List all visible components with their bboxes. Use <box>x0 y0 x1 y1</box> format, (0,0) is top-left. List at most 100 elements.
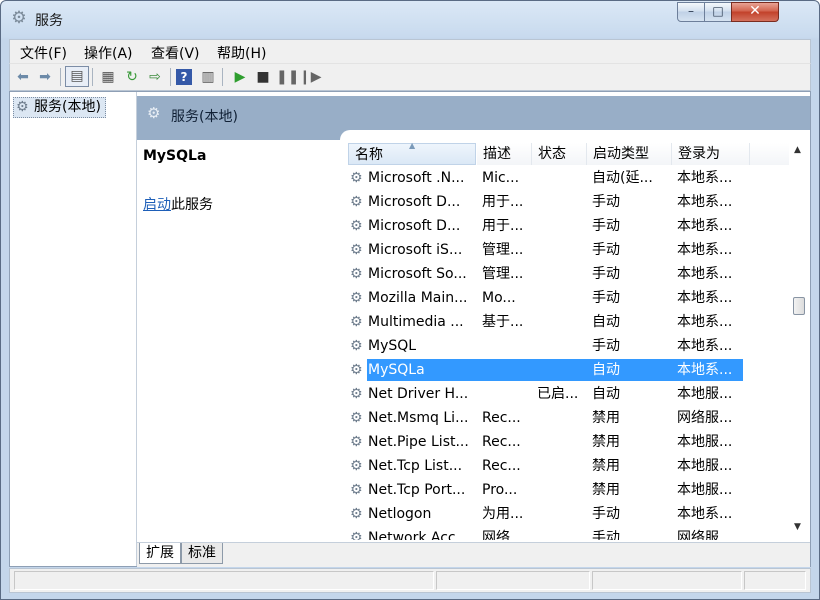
service-description: Mo... <box>482 290 516 306</box>
gear-icon: ⚙ <box>350 506 363 522</box>
services-window: ⚙ 服务 – □ ✕ 文件(F) 操作(A) 查看(V) 帮助(H) ⬅ ➡ ▤… <box>0 0 820 600</box>
service-name: Microsoft .N... <box>368 170 465 186</box>
table-row[interactable]: ⚙ Multimedia ... 基于... 自动 本地系... <box>348 310 750 334</box>
selected-service-name: MySQLa <box>143 148 207 164</box>
service-name: MySQLa <box>368 362 425 378</box>
service-name: Net.Tcp Port... <box>368 482 466 498</box>
table-row[interactable]: ⚙ Microsoft D... 用于... 手动 本地系... <box>348 214 750 238</box>
tab-standard[interactable]: 标准 <box>181 543 223 564</box>
table-row[interactable]: ⚙ Microsoft iS... 管理... 手动 本地系... <box>348 238 750 262</box>
table-row[interactable]: ⚙ Net.Tcp Port... Pro... 禁用 本地服... <box>348 478 750 502</box>
scroll-down-arrow-icon[interactable]: ▼ <box>794 522 801 532</box>
properties-icon[interactable]: ▦ <box>98 68 118 86</box>
service-startup-type: 禁用 <box>592 458 620 474</box>
stop-icon[interactable]: ■ <box>253 68 273 86</box>
service-startup-type: 手动 <box>592 266 620 282</box>
console-tree-icon[interactable]: ▤ <box>65 66 89 87</box>
back-arrow-icon[interactable]: ⬅ <box>13 68 33 86</box>
description-pane: MySQLa 启动此服务 <box>137 140 342 540</box>
service-description: 为用... <box>482 506 524 522</box>
service-name: Microsoft D... <box>368 218 461 234</box>
play-icon[interactable]: ▶ <box>230 68 250 86</box>
gear-icon: ⚙ <box>350 314 363 330</box>
menu-view[interactable]: 查看(V) <box>151 43 200 63</box>
service-logon-as: 本地服... <box>677 386 733 402</box>
start-service-line: 启动此服务 <box>143 194 213 214</box>
service-startup-type: 自动(延... <box>592 170 653 186</box>
service-startup-type: 手动 <box>592 338 620 354</box>
service-startup-type: 自动 <box>592 362 620 378</box>
table-row[interactable]: ⚙ MySQLa 自动 本地系... <box>348 358 750 382</box>
view-tabs: 扩展 标准 <box>137 542 810 567</box>
service-name: Microsoft iS... <box>368 242 463 258</box>
column-header-startup-type[interactable]: 启动类型 <box>587 143 672 165</box>
status-segment <box>592 571 742 590</box>
table-row[interactable]: ⚙ Net.Tcp List... Rec... 禁用 本地服... <box>348 454 750 478</box>
table-row[interactable]: ⚙ MySQL 手动 本地系... <box>348 334 750 358</box>
service-description: Pro... <box>482 482 518 498</box>
column-header-status[interactable]: 状态 <box>532 143 587 165</box>
toolbar-separator <box>60 68 61 86</box>
status-segment <box>14 571 434 590</box>
column-header-description[interactable]: 描述 <box>477 143 532 165</box>
refresh-icon[interactable]: ↻ <box>122 68 142 86</box>
service-description: Rec... <box>482 434 521 450</box>
menu-file[interactable]: 文件(F) <box>20 43 67 63</box>
pause-icon[interactable]: ❚❚ <box>276 68 299 86</box>
service-name: Microsoft D... <box>368 194 461 210</box>
table-row[interactable]: ⚙ Net Driver H... 已启... 自动 本地服... <box>348 382 750 406</box>
maximize-button[interactable]: □ <box>704 2 732 22</box>
table-row[interactable]: ⚙ Netlogon 为用... 手动 本地系... <box>348 502 750 526</box>
service-logon-as: 本地系... <box>677 218 733 234</box>
table-row[interactable]: ⚙ Microsoft D... 用于... 手动 本地系... <box>348 190 750 214</box>
help-icon[interactable]: ? <box>176 69 192 85</box>
show-hide-icon[interactable]: ▥ <box>198 68 218 86</box>
service-startup-type: 手动 <box>592 242 620 258</box>
table-row[interactable]: ⚙ Net.Pipe List... Rec... 禁用 本地服... <box>348 430 750 454</box>
table-row[interactable]: ⚙ Net.Msmq Li... Rec... 禁用 网络服... <box>348 406 750 430</box>
service-name: Netlogon <box>368 506 432 522</box>
table-row[interactable]: ⚙ Mozilla Main... Mo... 手动 本地系... <box>348 286 750 310</box>
scrollbar-thumb[interactable] <box>793 297 805 315</box>
service-logon-as: 本地系... <box>677 170 733 186</box>
gear-icon: ⚙ <box>350 194 363 210</box>
service-startup-type: 手动 <box>592 218 620 234</box>
table-row[interactable]: ⚙ Network Acc... 网络... 手动 网络服... <box>348 526 750 540</box>
menu-action[interactable]: 操作(A) <box>84 43 133 63</box>
start-service-link[interactable]: 启动 <box>143 197 171 213</box>
gear-icon: ⚙ <box>11 8 27 28</box>
close-button[interactable]: ✕ <box>731 2 779 22</box>
service-logon-as: 网络服... <box>677 530 733 540</box>
service-logon-as: 本地系... <box>677 362 733 378</box>
start-service-suffix: 此服务 <box>171 197 213 213</box>
tab-extended[interactable]: 扩展 <box>139 543 181 564</box>
gear-icon: ⚙ <box>350 482 363 498</box>
console-tree: ⚙ 服务(本地) <box>10 92 137 566</box>
minimize-button[interactable]: – <box>677 2 705 22</box>
menu-bar: 文件(F) 操作(A) 查看(V) 帮助(H) <box>9 39 811 63</box>
gear-icon: ⚙ <box>350 362 363 378</box>
vertical-scrollbar[interactable]: ▲ ▼ <box>789 140 809 540</box>
export-list-icon[interactable]: ⇨ <box>145 68 165 86</box>
gear-icon: ⚙ <box>350 530 363 540</box>
scroll-up-arrow-icon[interactable]: ▲ <box>794 145 801 155</box>
service-logon-as: 本地服... <box>677 482 733 498</box>
service-logon-as: 本地服... <box>677 434 733 450</box>
service-logon-as: 本地系... <box>677 290 733 306</box>
restart-icon[interactable]: ❙▶ <box>299 68 322 86</box>
gear-icon: ⚙ <box>350 218 363 234</box>
service-name: Multimedia ... <box>368 314 464 330</box>
tree-item-services-local[interactable]: ⚙ 服务(本地) <box>13 97 106 118</box>
service-startup-type: 自动 <box>592 386 620 402</box>
service-startup-type: 手动 <box>592 194 620 210</box>
forward-arrow-icon[interactable]: ➡ <box>35 68 55 86</box>
table-row[interactable]: ⚙ Microsoft So... 管理... 手动 本地系... <box>348 262 750 286</box>
title-bar[interactable]: ⚙ 服务 – □ ✕ <box>1 1 819 35</box>
table-row[interactable]: ⚙ Microsoft .N... Mic... 自动(延... 本地系... <box>348 166 750 190</box>
menu-help[interactable]: 帮助(H) <box>217 43 266 63</box>
gear-icon: ⚙ <box>350 458 363 474</box>
column-header-logon-as[interactable]: 登录为 <box>672 143 750 165</box>
column-header-name[interactable]: ▲ 名称 <box>348 141 476 165</box>
services-panel: ⚙ 服务(本地) MySQLa 启动此服务 ▲ 名称 描述 状态 启动类型 登录… <box>137 92 810 567</box>
service-logon-as: 网络服... <box>677 410 733 426</box>
